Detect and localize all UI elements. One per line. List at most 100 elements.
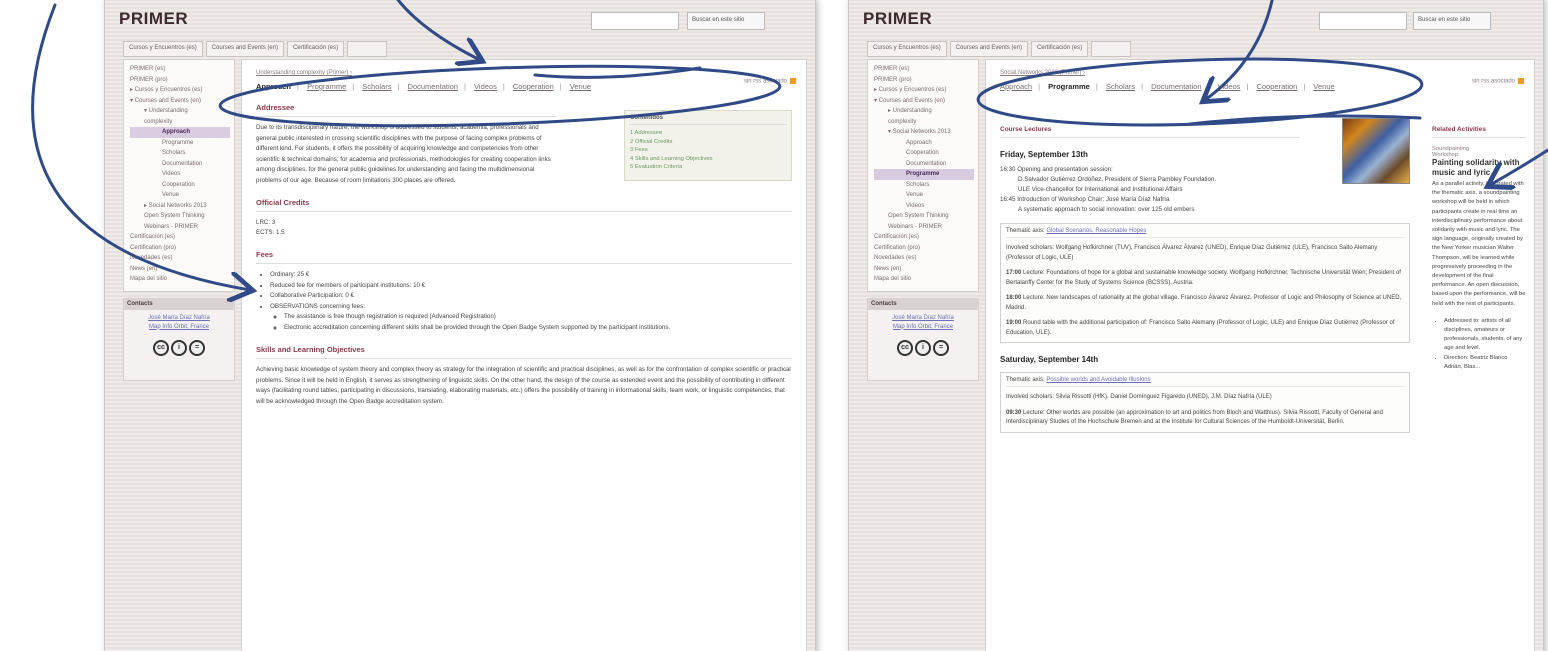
sidebar-item[interactable]: Webinars - PRIMER xyxy=(130,222,230,233)
related-headline[interactable]: Painting solidarity with music and lyric xyxy=(1432,158,1526,178)
sidebar-item[interactable]: Open System Thinking xyxy=(130,211,230,222)
rss-link[interactable]: sin rss asociado xyxy=(744,78,796,85)
tab-courses[interactable]: Courses and Events (en) xyxy=(949,41,1029,57)
thematic-link[interactable]: Global Scenarios, Reasonable Hopes xyxy=(1046,228,1146,234)
tab-more[interactable] xyxy=(1091,41,1132,57)
sidebar-item[interactable]: PRIMER (es) xyxy=(874,64,974,75)
fee-item: Reduced fee for members of participant i… xyxy=(270,281,792,292)
sidebar-item[interactable]: ▸ Cursos y Encuentros (es) xyxy=(874,85,974,96)
contact-link-1[interactable]: José María Díaz Nafría xyxy=(874,314,972,323)
tab-certificacion[interactable]: Certificación (es) xyxy=(287,41,345,57)
search-input[interactable] xyxy=(591,12,679,30)
search-scope-select[interactable]: Buscar en este sitio xyxy=(1413,12,1491,30)
fee-item: Ordinary: 25 € xyxy=(270,270,792,281)
subnav-venue[interactable]: Venue xyxy=(1313,82,1334,91)
sidebar-item[interactable]: PRIMER (pro) xyxy=(130,75,230,86)
sidebar-item[interactable]: complexity xyxy=(874,117,974,128)
toc-item[interactable]: 4 Skills and Learning Objectives xyxy=(630,155,786,164)
sidebar-item[interactable]: Novedades (es) xyxy=(130,253,230,264)
breadcrumb[interactable]: Understanding complexity (Primer) › xyxy=(256,70,792,76)
sidebar-item[interactable]: PRIMER (es) xyxy=(130,64,230,75)
subnav-approach[interactable]: Approach xyxy=(1000,82,1032,91)
subnav-videos[interactable]: Videos xyxy=(474,82,497,91)
tab-cursos[interactable]: Cursos y Encuentros (es) xyxy=(123,41,203,57)
sidebar-item[interactable]: ▾ Understanding xyxy=(130,106,230,117)
toc-item[interactable]: 5 Evaluation Criteria xyxy=(630,163,786,172)
lecture-entry: 19:00 Round table with the additional pa… xyxy=(1006,320,1395,336)
thematic-link[interactable]: Possible worlds and Avoidable Illusions xyxy=(1046,377,1150,383)
sidebar-item[interactable]: Programme xyxy=(874,169,974,180)
toc-item[interactable]: 2 Official Credits xyxy=(630,138,786,147)
toc-item[interactable]: 3 Fees xyxy=(630,146,786,155)
heading-course-lectures: Course Lectures xyxy=(1000,126,1300,138)
creative-commons-icon[interactable]: cc i = xyxy=(130,339,228,356)
heading-related-activities: Related Activities xyxy=(1432,126,1526,138)
sidebar: PRIMER (es) PRIMER (pro) ▸ Cursos y Encuen… xyxy=(867,59,979,381)
sidebar-item[interactable]: Certification (pro) xyxy=(874,243,974,254)
sidebar-item[interactable]: Scholars xyxy=(874,180,974,191)
sidebar-item[interactable]: Webinars - PRIMER xyxy=(874,222,974,233)
subnav-approach[interactable]: Approach xyxy=(256,82,291,91)
search-scope-select[interactable]: Buscar en este sitio xyxy=(687,12,765,30)
sidebar-item[interactable]: PRIMER (pro) xyxy=(874,75,974,86)
sidebar-item[interactable]: ▸ Understanding xyxy=(874,106,974,117)
lecture-entry: 09:30 Lecture: Other worlds are possible… xyxy=(1006,409,1383,426)
toc-item[interactable]: 1 Addressee xyxy=(630,129,786,138)
subnav-documentation[interactable]: Documentation xyxy=(408,82,458,91)
subnav-videos[interactable]: Videos xyxy=(1218,82,1241,91)
tab-cursos[interactable]: Cursos y Encuentros (es) xyxy=(867,41,947,57)
contact-link-2[interactable]: Map Info Orbit, France xyxy=(130,323,228,332)
schedule-line: ULE Vice-chancellor for International an… xyxy=(1018,186,1183,193)
site-logo[interactable]: PRIMER xyxy=(863,9,932,29)
site-logo[interactable]: PRIMER xyxy=(119,9,188,29)
sidebar-item[interactable]: ▾ Social Networks 2013 xyxy=(874,127,974,138)
subnav-cooperation[interactable]: Cooperation xyxy=(513,82,554,91)
sidebar-item[interactable]: Venue xyxy=(874,190,974,201)
sidebar-item[interactable]: Mapa del sitio xyxy=(130,274,230,285)
sidebar-item[interactable]: Open System Thinking xyxy=(874,211,974,222)
tab-certificacion[interactable]: Certificación (es) xyxy=(1031,41,1089,57)
sidebar-item[interactable]: Cooperation xyxy=(874,148,974,159)
sidebar-item[interactable]: News (en) xyxy=(130,264,230,275)
rss-link[interactable]: sin rss asociado xyxy=(1472,78,1524,85)
sidebar-item[interactable]: Documentation xyxy=(130,159,230,170)
subnav-venue[interactable]: Venue xyxy=(570,82,591,91)
sidebar-item[interactable]: ▸ Social Networks 2013 xyxy=(130,201,230,212)
sidebar-item[interactable]: Cooperation xyxy=(130,180,230,191)
fee-item: Collaborative Participation: 0 € xyxy=(270,291,792,302)
subnav-scholars[interactable]: Scholars xyxy=(1106,82,1135,91)
sidebar-item[interactable]: complexity xyxy=(130,117,230,128)
subnav-programme[interactable]: Programme xyxy=(307,82,346,91)
breadcrumb[interactable]: Social Networks 2013 (Primer) › xyxy=(1000,70,1520,76)
sidebar-item[interactable]: Certification (pro) xyxy=(130,243,230,254)
subnav-cooperation[interactable]: Cooperation xyxy=(1256,82,1297,91)
tab-courses[interactable]: Courses and Events (en) xyxy=(205,41,285,57)
contacts-box: José María Díaz Nafría Map Info Orbit, F… xyxy=(123,309,235,381)
sidebar-item[interactable]: ▾ Courses and Events (en) xyxy=(874,96,974,107)
sidebar-item[interactable]: Documentation xyxy=(874,159,974,170)
sidebar-item[interactable]: Novedades (es) xyxy=(874,253,974,264)
subnav-documentation[interactable]: Documentation xyxy=(1151,82,1201,91)
sidebar-item[interactable]: News (en) xyxy=(874,264,974,275)
sidebar-item[interactable]: Certificación (es) xyxy=(130,232,230,243)
sidebar-item[interactable]: Approach xyxy=(874,138,974,149)
sidebar-item[interactable]: Videos xyxy=(130,169,230,180)
sidebar-item[interactable]: ▾ Courses and Events (en) xyxy=(130,96,230,107)
sidebar: PRIMER (es) PRIMER (pro) ▸ Cursos y Encuen… xyxy=(123,59,235,381)
sidebar-item[interactable]: Videos xyxy=(874,201,974,212)
contact-link-1[interactable]: José María Díaz Nafría xyxy=(130,314,228,323)
sidebar-item[interactable]: Scholars xyxy=(130,148,230,159)
subnav-scholars[interactable]: Scholars xyxy=(362,82,391,91)
subnav-programme[interactable]: Programme xyxy=(1048,82,1090,91)
sidebar-item[interactable]: Venue xyxy=(130,190,230,201)
fee-subitem: Electronic accreditation concerning diff… xyxy=(284,323,792,334)
sidebar-item[interactable]: ▸ Cursos y Encuentros (es) xyxy=(130,85,230,96)
search-input[interactable] xyxy=(1319,12,1407,30)
sidebar-item[interactable]: Certificación (es) xyxy=(874,232,974,243)
sidebar-item[interactable]: Mapa del sitio xyxy=(874,274,974,285)
sidebar-item[interactable]: Programme xyxy=(130,138,230,149)
tab-more[interactable] xyxy=(347,41,388,57)
sidebar-item[interactable]: Approach xyxy=(130,127,230,138)
contact-link-2[interactable]: Map Info Orbit, France xyxy=(874,323,972,332)
creative-commons-icon[interactable]: cc i = xyxy=(874,339,972,356)
